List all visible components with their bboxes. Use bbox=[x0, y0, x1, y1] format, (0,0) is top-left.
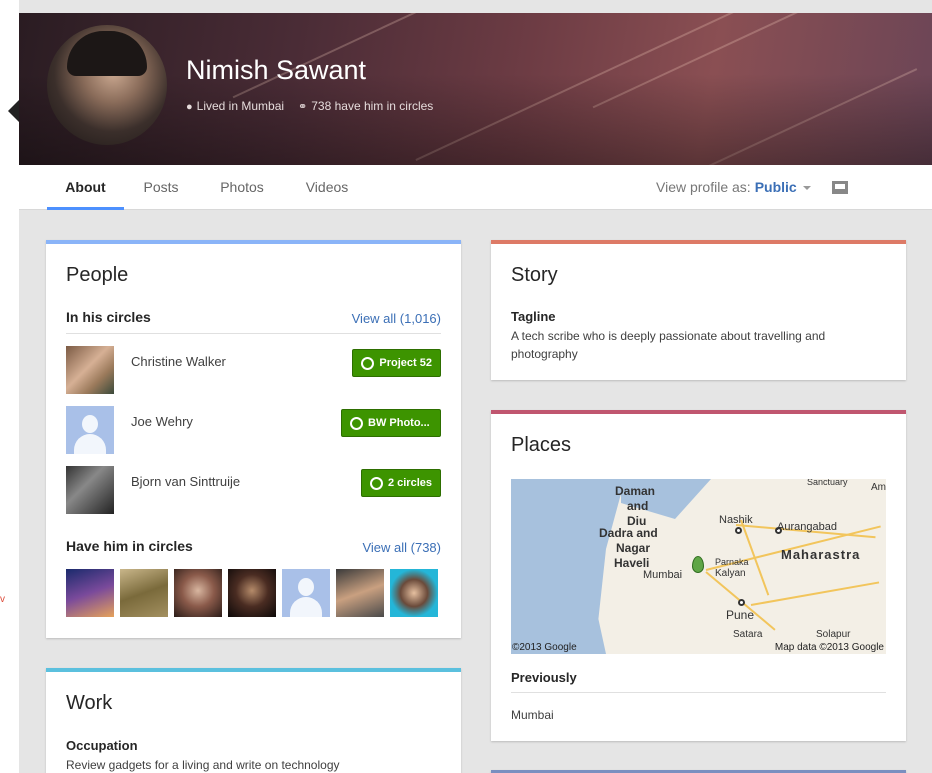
previously-label: Previously bbox=[511, 670, 577, 685]
map-label: Am bbox=[871, 482, 886, 493]
avatar[interactable] bbox=[228, 569, 276, 617]
map-label: Mumbai bbox=[643, 569, 683, 581]
people-card: People In his circles View all (1,016) C… bbox=[46, 240, 461, 638]
map-label: Parnaka bbox=[715, 557, 749, 567]
feedback-icon[interactable] bbox=[832, 181, 848, 194]
avatar[interactable] bbox=[390, 569, 438, 617]
map-label: Maharastra bbox=[781, 547, 861, 562]
avatar[interactable] bbox=[336, 569, 384, 617]
person-name[interactable]: Joe Wehry bbox=[131, 414, 193, 429]
circles-info: ⚭ 738 have him in circles bbox=[298, 99, 434, 113]
map-label: Sanctuary bbox=[807, 479, 848, 487]
city-marker bbox=[735, 527, 742, 534]
circle-button[interactable]: 2 circles bbox=[360, 469, 441, 497]
map-copyright: ©2013 Google bbox=[512, 642, 577, 653]
tab-about[interactable]: About bbox=[47, 165, 124, 210]
previous-place: Mumbai bbox=[511, 708, 554, 722]
places-title: Places bbox=[511, 434, 572, 456]
story-title: Story bbox=[511, 264, 558, 286]
story-card: Story Tagline A tech scribe who is deepl… bbox=[491, 240, 906, 380]
map-label: Dadra and bbox=[599, 526, 658, 540]
avatar[interactable] bbox=[66, 569, 114, 617]
view-profile-as: View profile as: Public bbox=[656, 165, 811, 210]
map-label: Pune bbox=[726, 608, 755, 622]
places-map[interactable]: Daman and Diu Dadra and Nagar Haveli Nas… bbox=[511, 479, 886, 654]
work-title: Work bbox=[66, 692, 113, 714]
cover-photo: Nimish Sawant ● Lived in Mumbai ⚭ 738 have… bbox=[19, 13, 932, 165]
view-as-dropdown[interactable]: Public bbox=[755, 179, 797, 195]
person-name[interactable]: Bjorn van Sinttruije bbox=[131, 474, 240, 489]
occupation-label: Occupation bbox=[66, 738, 138, 753]
profile-meta: ● Lived in Mumbai ⚭ 738 have him in circle… bbox=[186, 99, 433, 113]
map-label: Kalyan bbox=[715, 568, 746, 579]
left-gutter: v bbox=[0, 0, 19, 773]
profile-avatar[interactable] bbox=[47, 25, 167, 145]
avatar[interactable] bbox=[66, 406, 114, 454]
tab-photos[interactable]: Photos bbox=[208, 165, 276, 210]
circle-button[interactable]: BW Photo... bbox=[341, 409, 441, 437]
tab-posts[interactable]: Posts bbox=[133, 165, 189, 210]
in-his-circles-heading: In his circles bbox=[66, 309, 151, 325]
chevron-down-icon[interactable] bbox=[802, 186, 811, 191]
circle-button[interactable]: Project 52 bbox=[352, 349, 441, 377]
city-marker bbox=[738, 599, 745, 606]
view-all-have-him-link[interactable]: View all (738) bbox=[362, 540, 441, 555]
work-card: Work Occupation Review gadgets for a liv… bbox=[46, 668, 461, 773]
map-label: and bbox=[627, 499, 649, 513]
map-label: Solapur bbox=[816, 629, 851, 640]
map-label: Daman bbox=[615, 484, 656, 498]
map-label: Nagar bbox=[616, 541, 651, 555]
tagline-value: A tech scribe who is deeply passionate a… bbox=[511, 329, 826, 361]
stray-mark: v bbox=[0, 594, 5, 605]
location-pin-icon: ● bbox=[186, 101, 193, 113]
tab-videos[interactable]: Videos bbox=[295, 165, 359, 210]
profile-tabbar: About Posts Photos Videos View profile a… bbox=[19, 165, 932, 210]
map-pin-icon[interactable] bbox=[692, 556, 704, 573]
people-title: People bbox=[66, 264, 129, 286]
view-all-in-circles-link[interactable]: View all (1,016) bbox=[352, 311, 441, 326]
map-label: Satara bbox=[733, 629, 763, 640]
profile-name: Nimish Sawant bbox=[186, 55, 367, 85]
tagline-label: Tagline bbox=[511, 309, 556, 324]
have-him-heading: Have him in circles bbox=[66, 538, 193, 554]
map-label: Nashik bbox=[719, 514, 753, 526]
map-label: Aurangabad bbox=[777, 521, 837, 533]
places-card: Places Daman and Diu Dadra and Nagar Hav… bbox=[491, 410, 906, 741]
nav-toggle-arrow[interactable] bbox=[8, 100, 19, 122]
occupation-value: Review gadgets for a living and write on… bbox=[66, 758, 340, 772]
link-icon: ⚭ bbox=[298, 101, 308, 113]
location-info: ● Lived in Mumbai bbox=[186, 99, 285, 113]
avatar[interactable] bbox=[174, 569, 222, 617]
avatar[interactable] bbox=[282, 569, 330, 617]
person-name[interactable]: Christine Walker bbox=[131, 354, 226, 369]
map-data-credit: Map data ©2013 Google bbox=[774, 642, 884, 653]
avatar[interactable] bbox=[120, 569, 168, 617]
avatar[interactable] bbox=[66, 346, 114, 394]
avatar[interactable] bbox=[66, 466, 114, 514]
map-label: Haveli bbox=[614, 556, 650, 570]
